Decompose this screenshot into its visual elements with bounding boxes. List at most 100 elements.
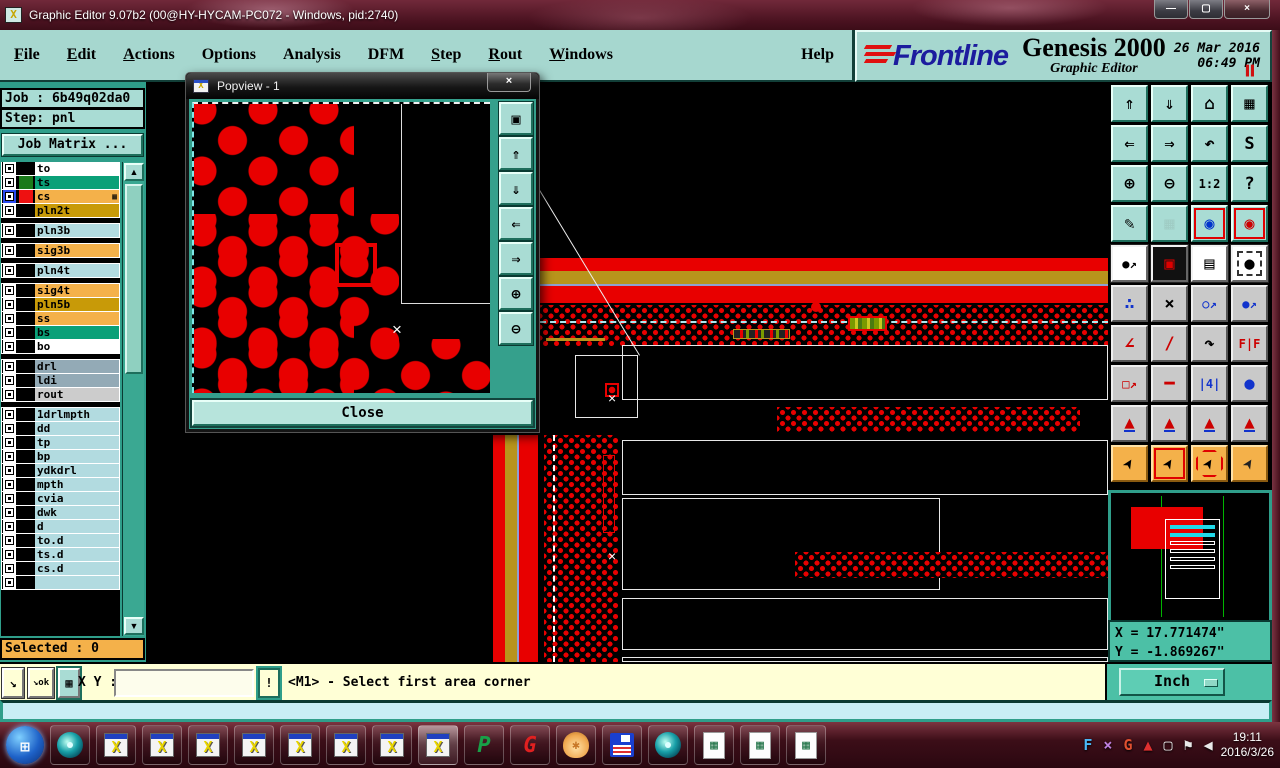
- popview-zoom-fit-button[interactable]: ⊕: [498, 276, 534, 311]
- layer-visibility-checkbox[interactable]: [3, 340, 16, 353]
- chain-select-button[interactable]: ∴: [1111, 285, 1148, 322]
- select-polygon-button[interactable]: ➤: [1191, 445, 1228, 482]
- pln2t[interactable]: pln2t: [1, 203, 120, 218]
- excel-doc-1-button[interactable]: ▦: [694, 725, 734, 765]
- sig4t[interactable]: sig4t: [1, 283, 120, 298]
- menu-actions[interactable]: Actions: [123, 46, 175, 64]
- menu-file[interactable]: File: [14, 46, 40, 64]
- view-right-button[interactable]: ⇒: [1151, 125, 1188, 162]
- layer-color-swatch[interactable]: [19, 422, 33, 435]
- pln5b[interactable]: pln5b: [1, 297, 120, 312]
- excel-doc-2-button[interactable]: ▦: [740, 725, 780, 765]
- layer-visibility-checkbox[interactable]: [3, 388, 16, 401]
- snap-ok-mode-button[interactable]: ↘ok: [27, 667, 55, 699]
- menu-edit[interactable]: Edit: [67, 46, 96, 64]
- ts[interactable]: ts: [1, 175, 120, 190]
- layer-visibility-checkbox[interactable]: [3, 478, 16, 491]
- select-net-button[interactable]: ➤: [1231, 445, 1268, 482]
- shell-app-button[interactable]: ✱: [556, 725, 596, 765]
- popview-close-button[interactable]: Close: [190, 398, 535, 428]
- layer-color-swatch[interactable]: [19, 478, 33, 491]
- taskbar-clock[interactable]: 19:11 2016/3/26: [1221, 730, 1274, 760]
- bp[interactable]: bp: [1, 449, 120, 464]
- menu-help[interactable]: Help: [801, 46, 834, 64]
- g-app-button[interactable]: G: [510, 725, 550, 765]
- setup-tools-button[interactable]: ✎: [1111, 205, 1148, 242]
- minimap[interactable]: [1108, 490, 1272, 620]
- layer-color-swatch[interactable]: [19, 562, 33, 575]
- cvia[interactable]: cvia: [1, 491, 120, 506]
- popview-pan-right-button[interactable]: ⇒: [498, 241, 534, 276]
- 1drlmpth[interactable]: 1drlmpth: [1, 407, 120, 422]
- profile-view-button[interactable]: S: [1231, 125, 1268, 162]
- chart-tray-icon[interactable]: ▲: [1143, 736, 1152, 754]
- popview-pan-down-button[interactable]: ⇓: [498, 171, 534, 206]
- snap-mode-button[interactable]: ↘: [1, 667, 25, 699]
- layer-visibility-checkbox[interactable]: [3, 326, 16, 339]
- select-mode-3-button[interactable]: ▲: [1191, 405, 1228, 442]
- bo[interactable]: bo: [1, 339, 120, 354]
- menu-windows[interactable]: Windows: [549, 46, 613, 64]
- layer-color-swatch[interactable]: [19, 520, 33, 533]
- view-down-button[interactable]: ⇓: [1151, 85, 1188, 122]
- home-view-button[interactable]: ⌂: [1191, 85, 1228, 122]
- popview-window-button[interactable]: ▣: [498, 101, 534, 136]
- layer-visibility-checkbox[interactable]: [3, 464, 16, 477]
- layer-visibility-checkbox[interactable]: [3, 548, 16, 561]
- excel-doc-3-button[interactable]: ▦: [786, 725, 826, 765]
- layer-visibility-checkbox[interactable]: [3, 224, 16, 237]
- pln3b[interactable]: pln3b: [1, 223, 120, 238]
- p-app-button[interactable]: P: [464, 725, 504, 765]
- layer-color-swatch[interactable]: [19, 204, 33, 217]
- layer-color-swatch[interactable]: [19, 264, 33, 277]
- menu-options[interactable]: Options: [202, 46, 256, 64]
- break-button[interactable]: ━: [1151, 365, 1188, 402]
- flash-tray-icon[interactable]: F: [1083, 736, 1092, 754]
- layer-color-swatch[interactable]: [19, 506, 33, 519]
- layer-color-swatch[interactable]: [19, 548, 33, 561]
- layer-color-swatch[interactable]: [19, 436, 33, 449]
- symbol-button[interactable]: ●↗: [1110, 244, 1149, 283]
- layer-visibility-checkbox[interactable]: [3, 264, 16, 277]
- layer-color-swatch[interactable]: [19, 576, 33, 589]
- cs[interactable]: cs ▦: [1, 189, 120, 204]
- ldi[interactable]: ldi: [1, 373, 120, 388]
- scroll-down-icon[interactable]: ▼: [124, 617, 144, 635]
- rotate-button[interactable]: ↷: [1191, 325, 1228, 362]
- unit-dropdown[interactable]: Inch: [1119, 668, 1225, 696]
- pln4t[interactable]: pln4t: [1, 263, 120, 278]
- layer-visibility-checkbox[interactable]: [3, 408, 16, 421]
- display-colors-button[interactable]: ◉: [1231, 205, 1268, 242]
- zoom-out-button[interactable]: ⊖: [1151, 165, 1188, 202]
- popview-pan-left-button[interactable]: ⇐: [498, 206, 534, 241]
- copy-to-layer-button[interactable]: ○↗: [1191, 285, 1228, 322]
- layer-visibility-checkbox[interactable]: [3, 576, 16, 589]
- menu-dfm[interactable]: DFM: [368, 46, 404, 64]
- select-pointer-button[interactable]: ➤: [1111, 445, 1148, 482]
- layer-color-swatch[interactable]: [19, 190, 33, 203]
- ts.d[interactable]: ts.d: [1, 547, 120, 562]
- start-button[interactable]: ⊞: [6, 726, 44, 764]
- rout[interactable]: rout: [1, 387, 120, 402]
- layer-scrollbar[interactable]: ▲ ▼: [122, 162, 144, 636]
- genesis-window-5-button[interactable]: X: [280, 725, 320, 765]
- select-mode-1-button[interactable]: ▲: [1111, 405, 1148, 442]
- layer-color-swatch[interactable]: [19, 298, 33, 311]
- layer-color-swatch[interactable]: [19, 408, 33, 421]
- layer-visibility-checkbox[interactable]: [3, 176, 16, 189]
- layer-color-swatch[interactable]: [19, 534, 33, 547]
- genesis-window-1-button[interactable]: X: [96, 725, 136, 765]
- layer-visibility-checkbox[interactable]: [3, 436, 16, 449]
- move-to-layer-button[interactable]: ●↗: [1231, 285, 1268, 322]
- network-tray-icon[interactable]: ▢: [1164, 736, 1173, 754]
- help-button[interactable]: ?: [1231, 165, 1268, 202]
- layer-color-swatch[interactable]: [19, 224, 33, 237]
- layer-visibility-checkbox[interactable]: [3, 204, 16, 217]
- slope-button[interactable]: /: [1151, 325, 1188, 362]
- maximize-button[interactable]: ▢: [1189, 0, 1223, 19]
- popview-zoom-center-button[interactable]: ⊖: [498, 311, 534, 346]
- dimension-button[interactable]: |4|: [1191, 365, 1228, 402]
- layer-color-swatch[interactable]: [19, 492, 33, 505]
- popview-pan-up-button[interactable]: ⇑: [498, 136, 534, 171]
- layer-visibility-checkbox[interactable]: [3, 312, 16, 325]
